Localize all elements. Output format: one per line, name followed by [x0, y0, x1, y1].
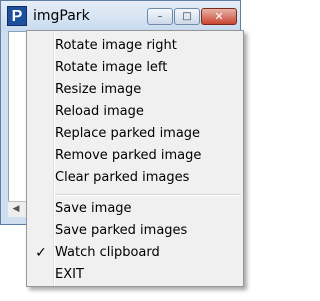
menu-item-label: Clear parked images [55, 170, 190, 185]
menu-item-label: Save image [55, 201, 132, 216]
menu-separator [55, 194, 241, 196]
menu-item-watch-clipboard[interactable]: ✓ Watch clipboard [29, 242, 241, 264]
menu-item-label: Replace parked image [55, 126, 201, 141]
menu-item-rotate-right[interactable]: Rotate image right [29, 35, 241, 57]
menu-item-resize-image[interactable]: Resize image [29, 79, 241, 101]
menu-item-rotate-left[interactable]: Rotate image left [29, 57, 241, 79]
checkmark-icon: ✓ [35, 245, 47, 261]
window-title: imgPark [33, 8, 90, 24]
menu-item-replace-parked-image[interactable]: Replace parked image [29, 123, 241, 145]
menu-item-remove-parked-image[interactable]: Remove parked image [29, 145, 241, 167]
scroll-left-icon[interactable]: ◀ [10, 204, 22, 215]
menu-item-label: Rotate image right [55, 38, 177, 53]
menu-item-label: Remove parked image [55, 148, 202, 163]
title-bar[interactable]: P imgPark – □ ✕ [1, 1, 240, 31]
app-logo-icon[interactable]: P [7, 6, 27, 26]
menu-item-label: Resize image [55, 82, 142, 97]
menu-item-label: Save parked images [55, 223, 188, 238]
minimize-icon: – [157, 11, 163, 22]
menu-item-save-parked-images[interactable]: Save parked images [29, 220, 241, 242]
menu-item-label: Watch clipboard [55, 245, 160, 260]
menu-item-label: Rotate image left [55, 60, 168, 75]
maximize-icon: □ [182, 11, 192, 22]
close-button[interactable]: ✕ [201, 8, 237, 25]
menu-item-clear-parked-images[interactable]: Clear parked images [29, 167, 241, 189]
menu-item-save-image[interactable]: Save image [29, 198, 241, 220]
minimize-button[interactable]: – [147, 8, 173, 25]
maximize-button[interactable]: □ [174, 8, 200, 25]
context-menu: Rotate image right Rotate image left Res… [26, 30, 244, 287]
menu-item-reload-image[interactable]: Reload image [29, 101, 241, 123]
menu-item-exit[interactable]: EXIT [29, 264, 241, 286]
menu-item-label: EXIT [55, 267, 84, 282]
close-icon: ✕ [214, 10, 224, 23]
menu-item-label: Reload image [55, 104, 144, 119]
